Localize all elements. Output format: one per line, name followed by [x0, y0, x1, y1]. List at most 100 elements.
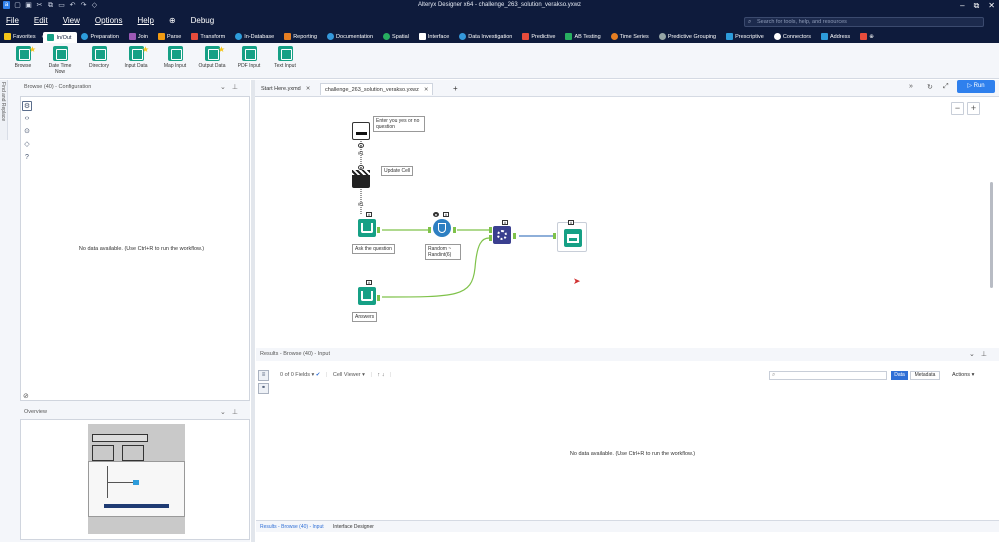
- category-more[interactable]: ⊕: [856, 30, 880, 43]
- tool-browse[interactable]: ★ Browse: [6, 46, 40, 70]
- restore-icon[interactable]: ⧉: [974, 0, 980, 11]
- data-tab[interactable]: Data: [891, 371, 908, 380]
- run-button[interactable]: ▷ Run: [957, 80, 995, 93]
- arrow-up-icon[interactable]: ↑: [377, 372, 380, 378]
- add-category-icon: ⊕: [869, 33, 874, 40]
- tool-directory[interactable]: Directory: [82, 46, 116, 69]
- workflow-canvas[interactable]: Enter you yes or no question ● #1 ● Upda…: [257, 98, 990, 345]
- input-anchor[interactable]: [489, 235, 492, 241]
- category-predictive[interactable]: Predictive: [518, 30, 561, 43]
- category-join[interactable]: Join: [125, 30, 154, 43]
- category-in-out[interactable]: In/Out: [43, 32, 78, 43]
- tool-text-input[interactable]: Text Input: [268, 46, 302, 69]
- tool-output-data[interactable]: ★ Output Data: [195, 46, 229, 70]
- tag-icon[interactable]: ◇: [22, 140, 32, 150]
- minimize-icon[interactable]: –: [960, 0, 964, 11]
- input-anchor[interactable]: [428, 227, 431, 233]
- node-random[interactable]: [433, 219, 451, 237]
- output-anchor[interactable]: [377, 227, 380, 233]
- tab-challenge-263[interactable]: challenge_263_solution_verakso.yxwz ✕: [320, 83, 434, 95]
- canvas-scrollbar[interactable]: [990, 182, 993, 288]
- node-update-cell[interactable]: [352, 170, 370, 188]
- pin-icon[interactable]: ⊥: [232, 84, 244, 91]
- menu-view[interactable]: View: [63, 15, 80, 27]
- arrow-down-icon[interactable]: ↓: [382, 372, 385, 378]
- input-anchor[interactable]: [553, 233, 556, 239]
- category-time-series[interactable]: Time Series: [607, 30, 655, 43]
- new-tab-button[interactable]: +: [449, 83, 462, 95]
- category-interface[interactable]: Interface: [415, 30, 455, 43]
- binoculars-icon[interactable]: ⚭: [258, 383, 269, 394]
- node-browse[interactable]: [557, 222, 587, 252]
- category-connectors[interactable]: Connectors: [770, 30, 817, 43]
- tab-start-here[interactable]: Start Here.yxmd ✕: [257, 83, 314, 95]
- output-anchor[interactable]: [453, 227, 456, 233]
- menu-debug[interactable]: Debug: [191, 15, 215, 27]
- category-prescriptive[interactable]: Prescriptive: [722, 30, 770, 43]
- category-address[interactable]: Address: [817, 30, 856, 43]
- category-predictive-grouping[interactable]: Predictive Grouping: [655, 30, 722, 43]
- close-icon[interactable]: ✕: [988, 0, 995, 11]
- checkmark-icon[interactable]: ✔: [316, 372, 321, 378]
- collapse-icon[interactable]: ⌄: [220, 84, 232, 91]
- menu-file[interactable]: File: [6, 15, 19, 27]
- tool-input-data[interactable]: ★ Input Data: [119, 46, 153, 70]
- settings-icon[interactable]: ⚙: [22, 101, 32, 111]
- globe-icon[interactable]: ⊕: [169, 15, 176, 27]
- node-text-box[interactable]: [352, 122, 370, 140]
- category-ab-testing[interactable]: AB Testing: [561, 30, 606, 43]
- zoom-out-button[interactable]: −: [951, 102, 964, 115]
- help-icon[interactable]: ?: [22, 153, 32, 163]
- tool-map-input[interactable]: Map Input: [158, 46, 192, 69]
- code-icon[interactable]: ‹›: [22, 114, 32, 124]
- category-preparation[interactable]: Preparation: [77, 30, 124, 43]
- category-spatial[interactable]: Spatial: [379, 30, 415, 43]
- actions-menu[interactable]: Actions ▾: [952, 371, 974, 380]
- target-icon[interactable]: ⊙: [22, 127, 32, 137]
- history-icon[interactable]: ↻: [927, 83, 933, 91]
- menu-edit[interactable]: Edit: [34, 15, 48, 27]
- pin-icon[interactable]: ⊥: [232, 409, 244, 416]
- tool-pdf-input[interactable]: PDF Input: [232, 46, 266, 69]
- text-input-icon: [277, 46, 293, 61]
- category-label: Favorites: [13, 33, 36, 40]
- menu-help[interactable]: Help: [137, 15, 153, 27]
- collapse-icon[interactable]: ⌄: [969, 351, 981, 358]
- node-answers[interactable]: [358, 287, 376, 305]
- node-ask-question[interactable]: [358, 219, 376, 237]
- search-input[interactable]: ⌕ Search for tools, help, and resources: [744, 17, 984, 27]
- fields-count[interactable]: 0 of 0 Fields: [280, 372, 310, 378]
- close-icon[interactable]: ✕: [306, 86, 311, 92]
- pin-icon[interactable]: ⤢: [943, 83, 949, 91]
- category-transform[interactable]: Transform: [187, 30, 231, 43]
- metadata-tab[interactable]: Metadata: [910, 371, 940, 380]
- input-anchor[interactable]: [489, 227, 492, 233]
- find-replace-tab[interactable]: Find and Replace: [0, 80, 8, 140]
- output-anchor[interactable]: [513, 233, 516, 239]
- tab-interface-designer[interactable]: Interface Designer: [329, 524, 378, 530]
- output-anchor[interactable]: [377, 295, 380, 301]
- category-in-database[interactable]: In-Database: [231, 30, 280, 43]
- category-documentation[interactable]: Documentation: [323, 30, 379, 43]
- overview-map[interactable]: [88, 424, 185, 534]
- expand-icon[interactable]: »: [909, 83, 913, 90]
- anchor-icon: #: [366, 280, 372, 285]
- flask-shape: [438, 223, 446, 233]
- dropdown-icon[interactable]: ▾: [362, 372, 365, 378]
- tab-results[interactable]: Results - Browse (40) - Input: [256, 524, 328, 530]
- panel-splitter[interactable]: [251, 80, 255, 542]
- node-join[interactable]: [493, 226, 511, 244]
- results-search-input[interactable]: ⌕: [769, 371, 887, 380]
- category-favorites[interactable]: Favorites: [0, 30, 42, 43]
- pin-icon[interactable]: ⊥: [981, 351, 993, 358]
- close-icon[interactable]: ✕: [424, 87, 429, 93]
- collapse-icon[interactable]: ⌄: [220, 409, 232, 416]
- category-reporting[interactable]: Reporting: [280, 30, 323, 43]
- cell-viewer[interactable]: Cell Viewer: [333, 372, 361, 378]
- zoom-in-button[interactable]: +: [967, 102, 980, 115]
- dropdown-icon[interactable]: ▾: [312, 372, 315, 378]
- tool-date-time-now[interactable]: Date Time Now: [43, 46, 77, 75]
- category-data-investigation[interactable]: Data Investigation: [455, 30, 518, 43]
- category-parse[interactable]: Parse: [154, 30, 187, 43]
- menu-options[interactable]: Options: [95, 15, 123, 27]
